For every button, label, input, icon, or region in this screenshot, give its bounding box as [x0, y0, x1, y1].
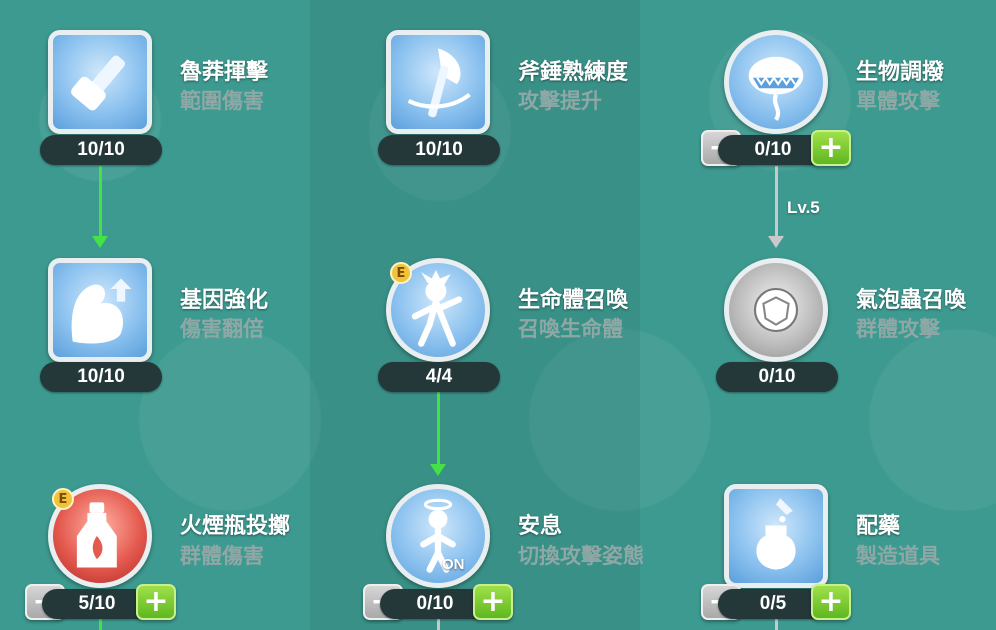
plant-monster-icon[interactable]: [724, 30, 828, 134]
skill-level-counter: 4/4: [378, 362, 500, 392]
skill-name: 安息: [518, 514, 563, 539]
axe-icon[interactable]: [386, 30, 490, 134]
skill-description: 召喚生命體: [518, 317, 623, 341]
skill-description: 群體攻擊: [856, 317, 940, 341]
level-requirement-label: Lv.5: [787, 198, 820, 217]
skill-level-counter: 10/10: [40, 135, 162, 165]
skill-name: 生命體召喚: [518, 288, 629, 313]
increase-level-button[interactable]: +: [811, 584, 851, 620]
skill-link-arrow-1-4: [92, 236, 108, 248]
skill-link-arrow-3-6: [768, 236, 784, 248]
skill-description: 攻擊提升: [518, 89, 602, 113]
skill-description: 範圍傷害: [180, 89, 264, 113]
skill-description: 傷害翻倍: [180, 317, 264, 341]
skill-link-8-below: [437, 618, 440, 630]
potion-flask-icon[interactable]: [724, 484, 828, 588]
increase-level-button[interactable]: +: [811, 130, 851, 166]
increase-level-button[interactable]: +: [473, 584, 513, 620]
enhanced-badge: E: [390, 262, 412, 284]
skill-link-7-below: [99, 618, 102, 630]
rest-angel-icon[interactable]: [386, 484, 490, 588]
skill-level-counter: 10/10: [40, 362, 162, 392]
skill-link-1-4: [99, 166, 102, 238]
skill-link-9-below: [775, 618, 778, 630]
skill-link-3-6: [775, 166, 778, 238]
skill-name: 魯莽揮擊: [180, 60, 269, 85]
hammer-icon[interactable]: [48, 30, 152, 134]
skill-link-arrow-5-8: [430, 464, 446, 476]
skill-name: 生物調撥: [856, 60, 945, 85]
skill-name: 斧錘熟練度: [518, 60, 629, 85]
skill-link-5-8: [437, 392, 440, 466]
toggle-on-label: ON: [442, 556, 465, 573]
skill-description: 群體傷害: [180, 544, 264, 568]
skill-name: 火煙瓶投擲: [180, 514, 291, 539]
increase-level-button[interactable]: +: [136, 584, 176, 620]
enhanced-badge: E: [52, 488, 74, 510]
bubble-bug-icon[interactable]: [724, 258, 828, 362]
skill-name: 基因強化: [180, 288, 269, 313]
skill-description: 切換攻擊姿態: [518, 544, 644, 568]
skill-name: 氣泡蟲召喚: [856, 288, 967, 313]
skill-level-counter: 0/10: [716, 362, 838, 392]
skill-description: 單體攻擊: [856, 89, 940, 113]
skill-level-counter: 10/10: [378, 135, 500, 165]
skill-description: 製造道具: [856, 544, 940, 568]
skill-name: 配藥: [856, 514, 901, 539]
muscle-arm-icon[interactable]: [48, 258, 152, 362]
